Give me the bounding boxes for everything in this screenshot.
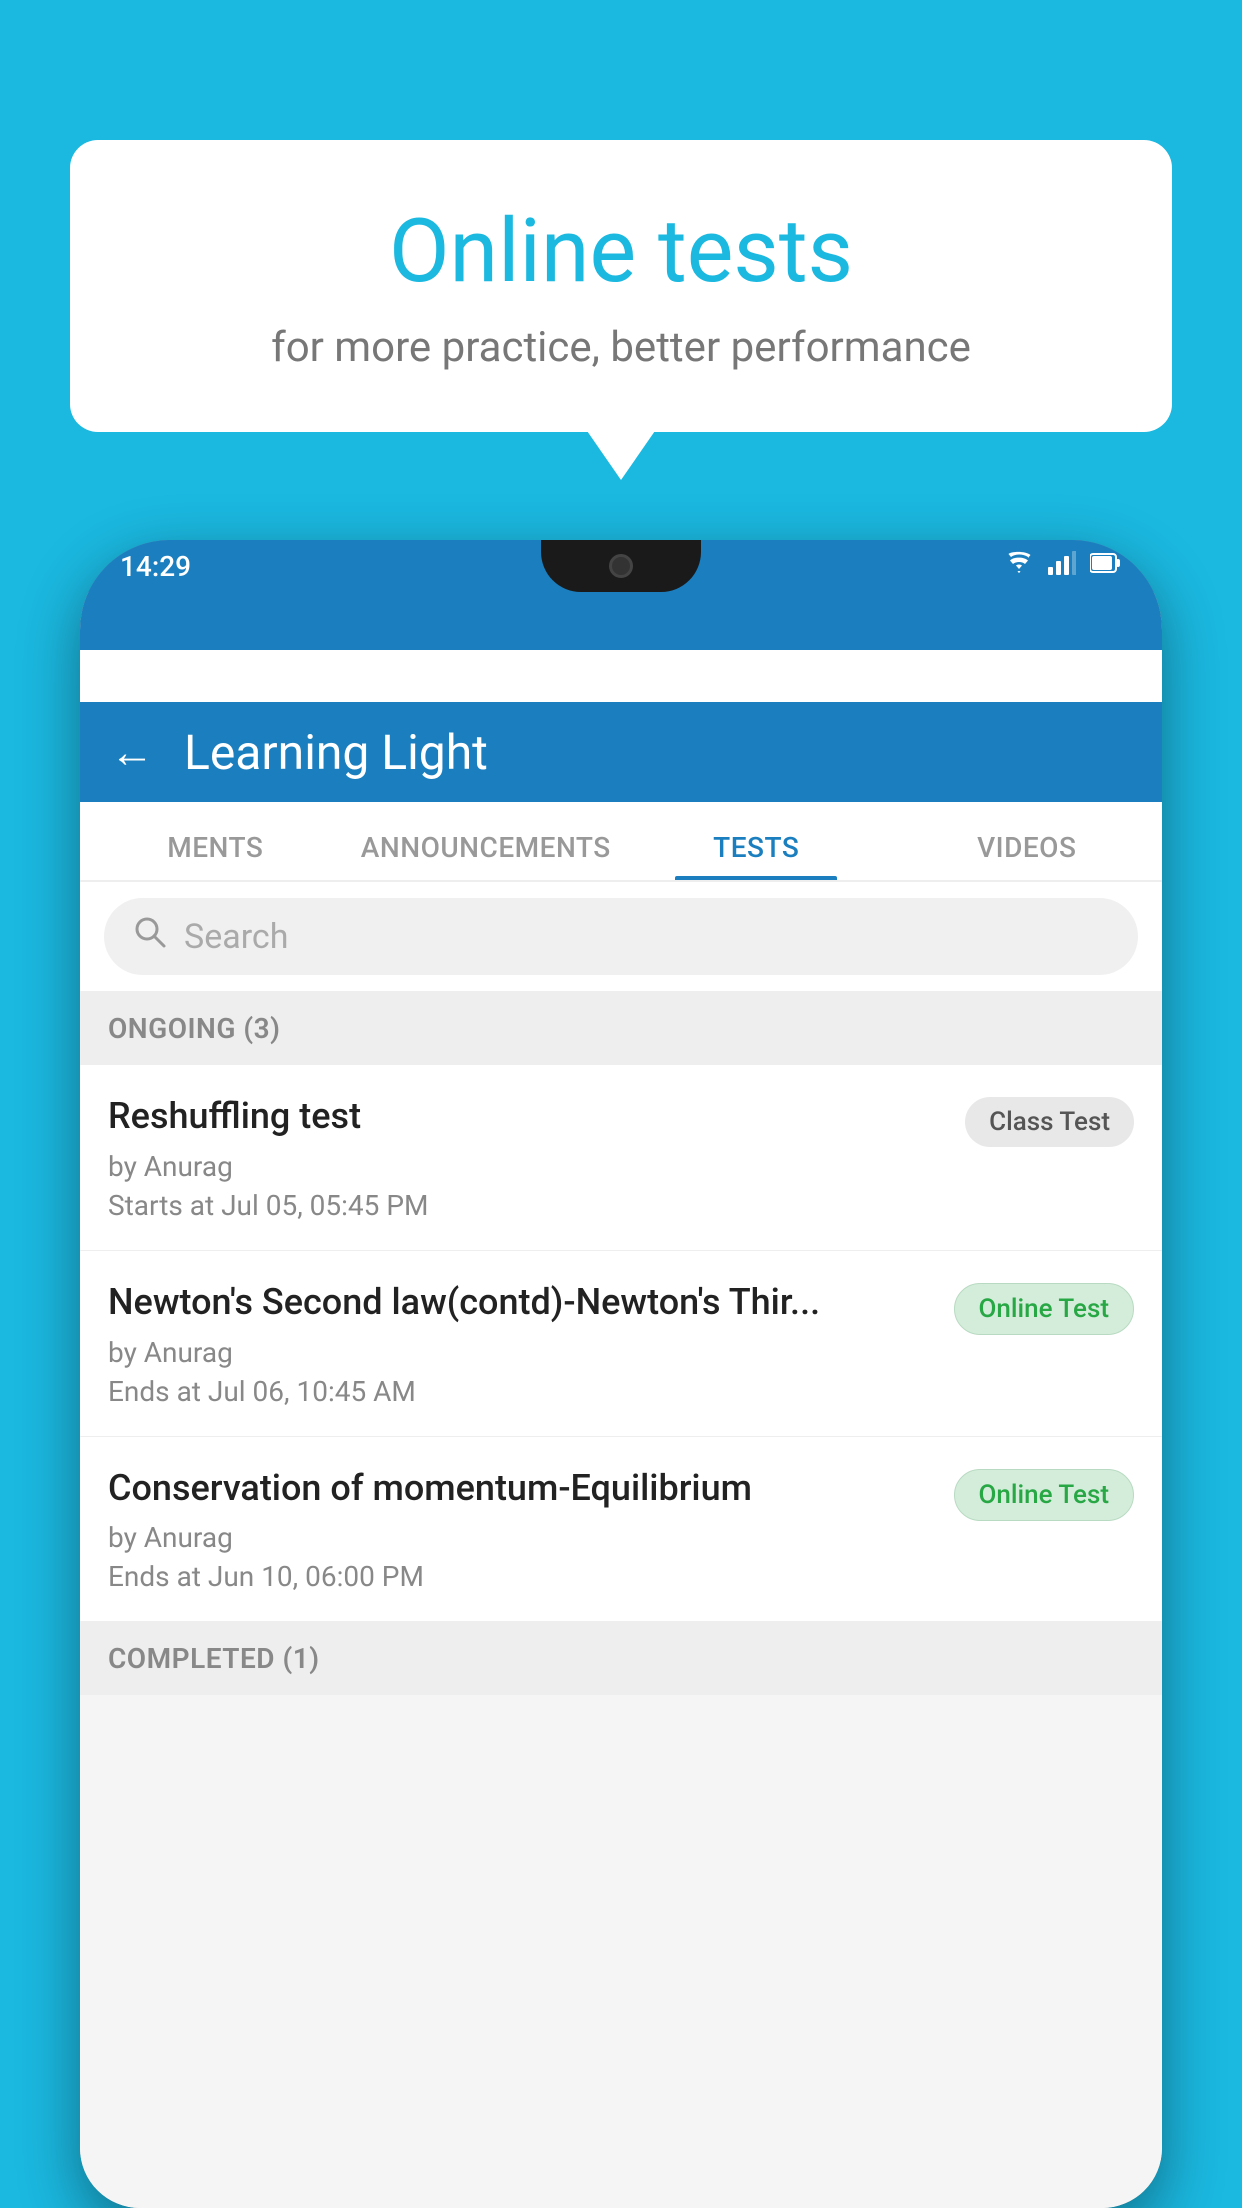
tab-bar: MENTS ANNOUNCEMENTS TESTS VIDEOS bbox=[80, 802, 1162, 882]
test-info: Reshuffling test by Anurag Starts at Jul… bbox=[108, 1093, 949, 1222]
promo-section: Online tests for more practice, better p… bbox=[70, 140, 1172, 432]
test-by: by Anurag bbox=[108, 1521, 938, 1554]
completed-label: COMPLETED (1) bbox=[108, 1642, 320, 1675]
test-info: Conservation of momentum-Equilibrium by … bbox=[108, 1465, 938, 1594]
back-button[interactable]: ← bbox=[110, 726, 154, 778]
completed-section-header: COMPLETED (1) bbox=[80, 1622, 1162, 1695]
test-date: Ends at Jun 10, 06:00 PM bbox=[108, 1560, 938, 1593]
promo-subtitle: for more practice, better performance bbox=[150, 323, 1092, 372]
test-name: Newton's Second law(contd)-Newton's Thir… bbox=[108, 1279, 938, 1326]
phone-notch bbox=[541, 540, 701, 592]
test-item[interactable]: Conservation of momentum-Equilibrium by … bbox=[80, 1437, 1162, 1623]
test-name: Reshuffling test bbox=[108, 1093, 949, 1140]
test-info: Newton's Second law(contd)-Newton's Thir… bbox=[108, 1279, 938, 1408]
test-date: Ends at Jul 06, 10:45 AM bbox=[108, 1375, 938, 1408]
app-title: Learning Light bbox=[184, 724, 488, 781]
phone-frame: 14:29 bbox=[80, 540, 1162, 2208]
test-item[interactable]: Newton's Second law(contd)-Newton's Thir… bbox=[80, 1251, 1162, 1437]
test-by: by Anurag bbox=[108, 1336, 938, 1369]
tab-announcements[interactable]: ANNOUNCEMENTS bbox=[351, 831, 622, 880]
phone-screen: 14:29 bbox=[80, 540, 1162, 2208]
status-time: 14:29 bbox=[120, 550, 191, 583]
battery-icon bbox=[1090, 551, 1122, 581]
ongoing-label: ONGOING (3) bbox=[108, 1012, 280, 1045]
phone-content: Search ONGOING (3) Reshuffling test by A… bbox=[80, 882, 1162, 2208]
test-badge-online-2: Online Test bbox=[954, 1469, 1135, 1521]
promo-title: Online tests bbox=[150, 200, 1092, 303]
test-badge-online: Online Test bbox=[954, 1283, 1135, 1335]
speech-bubble: Online tests for more practice, better p… bbox=[70, 140, 1172, 432]
front-camera bbox=[609, 554, 633, 578]
status-icons bbox=[1004, 551, 1122, 582]
search-icon bbox=[132, 914, 168, 959]
test-badge-class: Class Test bbox=[965, 1097, 1134, 1147]
test-item[interactable]: Reshuffling test by Anurag Starts at Jul… bbox=[80, 1065, 1162, 1251]
status-bar: 14:29 bbox=[80, 540, 1162, 650]
test-by: by Anurag bbox=[108, 1150, 949, 1183]
app-header: ← Learning Light bbox=[80, 702, 1162, 802]
ongoing-section-header: ONGOING (3) bbox=[80, 992, 1162, 1065]
signal-icon bbox=[1048, 551, 1076, 582]
search-placeholder: Search bbox=[184, 917, 288, 957]
search-bar[interactable]: Search bbox=[104, 898, 1138, 975]
tab-ments[interactable]: MENTS bbox=[80, 831, 351, 880]
search-container: Search bbox=[80, 882, 1162, 992]
tab-tests[interactable]: TESTS bbox=[621, 831, 892, 880]
test-name: Conservation of momentum-Equilibrium bbox=[108, 1465, 938, 1512]
test-date: Starts at Jul 05, 05:45 PM bbox=[108, 1189, 949, 1222]
tab-videos[interactable]: VIDEOS bbox=[892, 831, 1163, 880]
wifi-icon bbox=[1004, 551, 1034, 582]
